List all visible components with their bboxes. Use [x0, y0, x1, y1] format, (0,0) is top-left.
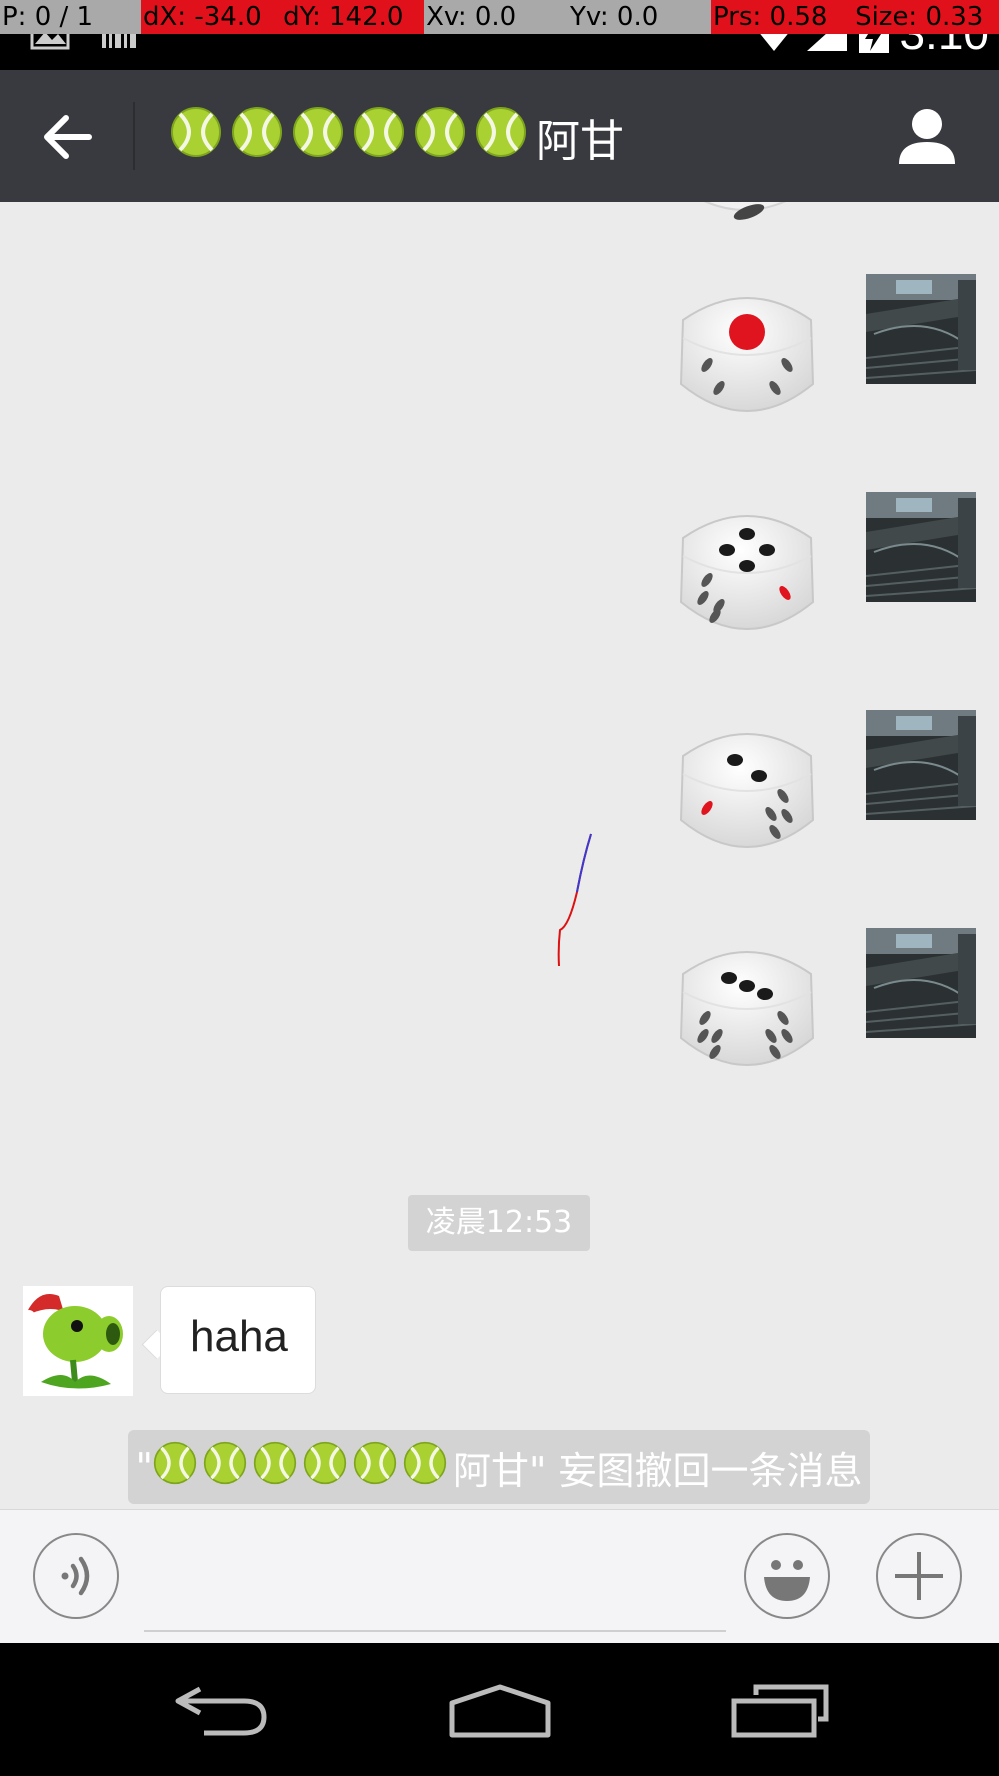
self-avatar-photo [866, 710, 976, 820]
self-avatar-photo [866, 928, 976, 1038]
tennis-ball-emoji [293, 106, 343, 157]
nav-home-button[interactable] [448, 1683, 552, 1743]
dice-icon [704, 202, 786, 220]
tennis-ball-emoji [415, 106, 465, 157]
message-input[interactable] [144, 1550, 726, 1632]
tennis-ball-emoji-group [153, 1441, 453, 1494]
tennis-ball-emoji-group [170, 106, 536, 169]
peashooter-avatar-icon [23, 1286, 133, 1396]
back-nav-icon [175, 1686, 267, 1736]
debug-dx: dX: -34.0 [141, 0, 282, 34]
recall-system-notice: " 阿甘" 妄图撤回一条消息 [128, 1430, 870, 1504]
pointer-debug-overlay: P: 0 / 1 dX: -34.0 dY: 142.0 Xv: 0.0 Yv:… [0, 0, 999, 34]
nav-back-button[interactable] [170, 1683, 270, 1743]
tennis-ball-emoji [303, 1441, 347, 1484]
voice-icon [61, 1556, 90, 1596]
self-avatar[interactable] [866, 492, 976, 602]
self-avatar[interactable] [866, 928, 976, 1038]
tennis-ball-emoji [253, 1441, 297, 1484]
dice-icon [679, 951, 815, 1066]
self-avatar-photo [866, 274, 976, 384]
dice-sticker[interactable] [667, 498, 827, 662]
nav-recents-button[interactable] [730, 1683, 830, 1743]
message-text: haha [190, 1312, 288, 1361]
timestamp-label: 凌晨12:53 [408, 1195, 590, 1251]
tennis-ball-emoji [232, 106, 282, 157]
dice-sticker-partial [665, 202, 825, 244]
notice-prefix: " [135, 1445, 153, 1489]
chat-title-text: 阿甘 [536, 116, 624, 167]
debug-pointer: P: 0 / 1 [0, 0, 142, 34]
plus-button[interactable] [876, 1533, 962, 1619]
dice-sticker[interactable] [667, 934, 827, 1098]
chat-title: 阿甘 [170, 106, 624, 168]
voice-button[interactable] [33, 1533, 119, 1619]
tennis-ball-emoji [476, 106, 526, 157]
tennis-ball-emoji [403, 1441, 447, 1484]
debug-size: Size: 0.33 [853, 0, 999, 34]
header-divider [133, 102, 135, 170]
debug-xv: Xv: 0.0 [424, 0, 569, 34]
dice-icon [679, 515, 815, 630]
plus-icon [895, 1552, 943, 1600]
chat-header: 阿甘 [0, 70, 999, 202]
back-button[interactable] [32, 106, 102, 168]
self-avatar-photo [866, 492, 976, 602]
navigation-bar [0, 1643, 999, 1776]
chat-area[interactable]: 凌晨12:53 haha " 阿甘" 妄图撤回一条消息 [0, 202, 999, 1509]
dice-sticker[interactable] [667, 280, 827, 444]
input-bar [0, 1509, 999, 1644]
status-bar: 3:10 P: 0 / 1 dX: -34.0 dY: 142.0 Xv: 0.… [0, 0, 999, 70]
tennis-ball-emoji [153, 1441, 197, 1484]
notice-suffix: 阿甘" 妄图撤回一条消息 [452, 1448, 863, 1493]
tennis-ball-emoji [203, 1441, 247, 1484]
recents-nav-icon [731, 1684, 829, 1738]
dice-icon [679, 733, 815, 848]
tennis-ball-emoji [353, 1441, 397, 1484]
smiley-icon [764, 1560, 810, 1601]
tennis-ball-emoji [354, 106, 404, 157]
dice-icon [679, 297, 815, 412]
profile-button[interactable] [895, 104, 959, 168]
debug-prs: Prs: 0.58 [711, 0, 854, 34]
peer-avatar[interactable] [23, 1286, 133, 1396]
dice-sticker[interactable] [667, 716, 827, 880]
debug-yv: Yv: 0.0 [568, 0, 712, 34]
debug-dy: dY: 142.0 [281, 0, 425, 34]
emoji-button[interactable] [744, 1533, 830, 1619]
self-avatar[interactable] [866, 274, 976, 384]
self-avatar[interactable] [866, 710, 976, 820]
home-nav-icon [449, 1684, 551, 1738]
touch-trace [557, 833, 592, 967]
arrow-left-icon [44, 115, 92, 159]
person-icon [899, 109, 955, 164]
tennis-ball-emoji [171, 106, 221, 157]
